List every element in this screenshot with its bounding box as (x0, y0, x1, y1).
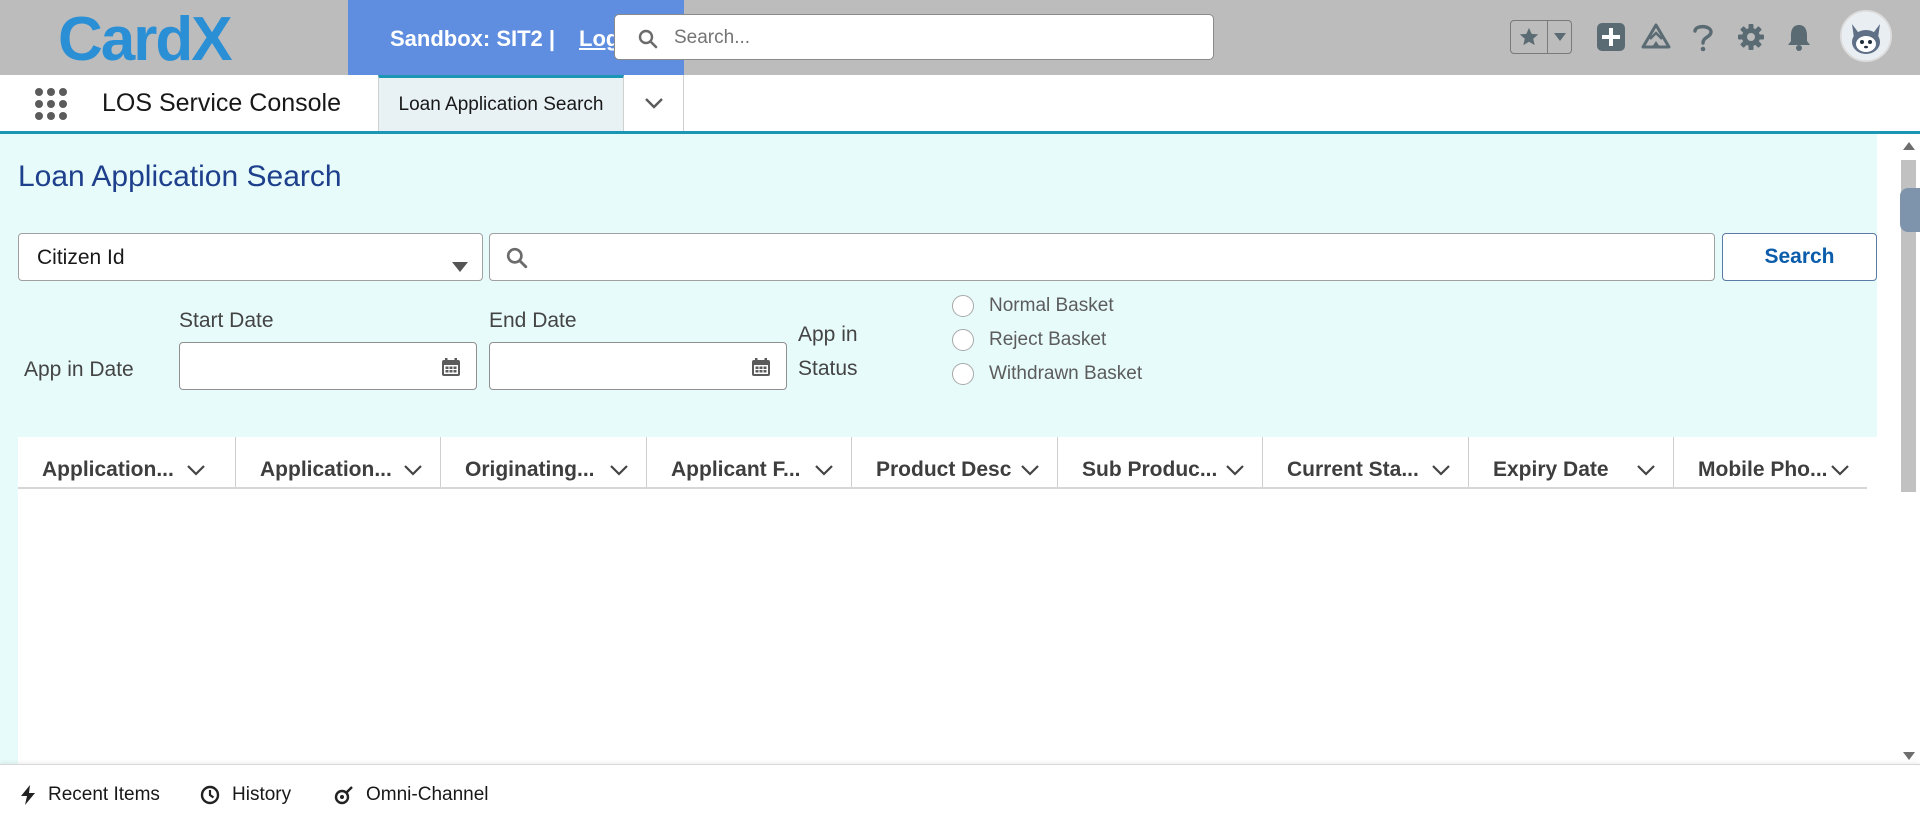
workspace: Loan Application Search Citizen Id Searc… (0, 134, 1877, 764)
column-header[interactable]: Applicant F... (646, 437, 851, 487)
utility-label: Recent Items (48, 784, 160, 805)
astro-avatar-icon (1842, 12, 1890, 60)
column-header-label: Sub Produc... (1082, 458, 1218, 481)
column-header[interactable]: Application... (18, 437, 223, 487)
app-in-date-label: App in Date (24, 358, 134, 381)
sandbox-label: Sandbox: SIT2 | (390, 26, 556, 51)
radio-withdrawn-basket[interactable]: Withdrawn Basket (952, 363, 1142, 385)
column-header-label: Current Sta... (1287, 458, 1419, 481)
favorites-dropdown-icon[interactable] (1548, 21, 1571, 53)
search-button[interactable]: Search (1722, 233, 1877, 281)
column-header-label: Application... (260, 458, 392, 481)
utility-omni-channel[interactable]: Omni-Channel (334, 784, 489, 806)
utility-recent-items[interactable]: Recent Items (20, 784, 160, 806)
chevron-down-icon[interactable] (187, 463, 205, 481)
utility-label: Omni-Channel (366, 784, 489, 805)
trailhead-icon[interactable] (1639, 20, 1673, 54)
favorites-group (1510, 20, 1572, 54)
column-header[interactable]: Mobile Pho... (1673, 437, 1867, 487)
cardx-logo[interactable]: CardX (58, 6, 298, 70)
app-in-status-label: App in Status (798, 318, 858, 386)
chevron-down-icon[interactable] (1226, 463, 1244, 481)
column-header-label: Mobile Pho... (1698, 458, 1828, 481)
global-search-input[interactable] (672, 23, 1196, 53)
results-table: Application... Application... Originatin… (18, 437, 1877, 764)
start-date-label: Start Date (179, 309, 274, 332)
column-header-label: Originating... (465, 458, 595, 481)
column-header[interactable]: Product Desc (851, 437, 1057, 487)
app-in-status-label-line2: Status (798, 357, 858, 380)
chevron-down-icon[interactable] (815, 463, 833, 481)
logo-text: CardX (58, 6, 232, 70)
app-navigation-bar: LOS Service Console Loan Application Sea… (0, 75, 1920, 134)
global-header: CardX Sandbox: SIT2 | Log (0, 0, 1920, 75)
column-header[interactable]: Sub Produc... (1057, 437, 1262, 487)
lightning-bolt-icon (21, 785, 35, 805)
nav-tab-menu-chevron-down-icon[interactable] (624, 75, 684, 131)
column-header[interactable]: Current Sta... (1262, 437, 1468, 487)
user-avatar[interactable] (1840, 10, 1892, 62)
column-header-label: Applicant F... (671, 458, 801, 481)
radio-label: Normal Basket (989, 295, 1114, 316)
chevron-down-icon[interactable] (1021, 463, 1039, 481)
column-header-label: Expiry Date (1493, 458, 1609, 481)
chevron-down-icon[interactable] (1432, 463, 1450, 481)
favorites-star-icon[interactable] (1511, 21, 1548, 53)
clock-icon (200, 785, 220, 805)
column-header[interactable]: Application... (235, 437, 440, 487)
chevron-down-icon[interactable] (1831, 463, 1849, 481)
end-date-field[interactable] (489, 342, 787, 390)
global-search-box[interactable] (614, 14, 1214, 60)
radio-label: Withdrawn Basket (989, 363, 1143, 384)
radio-reject-basket[interactable]: Reject Basket (952, 329, 1106, 351)
start-date-field[interactable] (179, 342, 477, 390)
column-header[interactable]: Originating... (440, 437, 646, 487)
search-type-select[interactable]: Citizen Id (18, 233, 483, 281)
setup-gear-icon[interactable] (1734, 20, 1768, 54)
column-header[interactable]: Expiry Date (1468, 437, 1673, 487)
search-type-value: Citizen Id (37, 246, 125, 269)
app-launcher-icon[interactable] (33, 86, 69, 122)
tab-loan-application-search[interactable]: Loan Application Search (378, 75, 624, 131)
search-input[interactable] (540, 244, 1704, 272)
app-name: LOS Service Console (102, 89, 342, 117)
search-icon (506, 247, 528, 274)
utility-label: History (232, 784, 292, 805)
scroll-down-arrow-icon[interactable] (1903, 752, 1915, 760)
search-box[interactable] (489, 233, 1715, 281)
chevron-down-icon[interactable] (404, 463, 422, 481)
global-actions-plus-icon[interactable] (1594, 20, 1628, 54)
radio-normal-basket[interactable]: Normal Basket (952, 295, 1114, 317)
end-date-label: End Date (489, 309, 577, 332)
column-header-label: Application... (42, 458, 174, 481)
notifications-bell-icon[interactable] (1782, 20, 1816, 54)
help-icon[interactable] (1686, 20, 1720, 54)
column-header-label: Product Desc (876, 458, 1012, 481)
table-header: Application... Application... Originatin… (18, 437, 1867, 489)
radio-circle[interactable] (952, 363, 974, 385)
radio-label: Reject Basket (989, 329, 1107, 350)
chevron-down-icon[interactable] (1637, 463, 1655, 481)
chevron-down-icon (452, 254, 468, 278)
search-icon (638, 29, 658, 54)
utility-bar: Recent Items History Omni-Channel (0, 764, 1920, 826)
scroll-up-arrow-icon[interactable] (1903, 142, 1915, 150)
radio-circle[interactable] (952, 295, 974, 317)
calendar-icon[interactable] (752, 358, 770, 381)
app-in-status-label-line1: App in (798, 323, 858, 346)
chevron-down-icon[interactable] (610, 463, 628, 481)
omni-channel-headset-icon (334, 786, 353, 805)
radio-circle[interactable] (952, 329, 974, 351)
utility-history[interactable]: History (200, 784, 291, 806)
calendar-icon[interactable] (442, 358, 460, 381)
page-title: Loan Application Search (18, 160, 342, 193)
side-panel-toggle-handle[interactable] (1900, 188, 1920, 232)
